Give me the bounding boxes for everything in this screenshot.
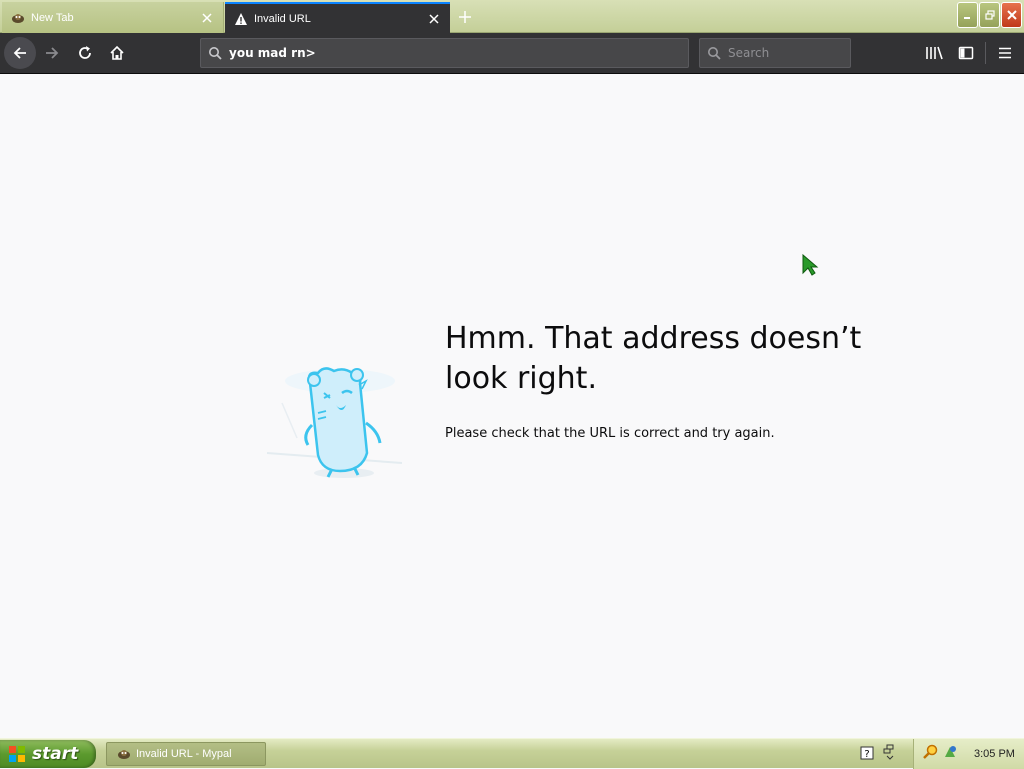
- tab-title: Invalid URL: [254, 12, 311, 25]
- taskbar-item-mypal[interactable]: Invalid URL - Mypal: [106, 742, 266, 766]
- url-input[interactable]: [229, 46, 669, 60]
- navigation-toolbar: [0, 33, 1024, 74]
- hamburger-icon: [999, 47, 1011, 59]
- start-label: start: [32, 744, 79, 764]
- tab-strip: New Tab Invalid URL: [0, 0, 1024, 33]
- reload-icon: [79, 46, 91, 59]
- help-icon[interactable]: ?: [860, 745, 874, 764]
- error-title: Hmm. That address doesn’t look right.: [445, 321, 862, 396]
- error-description: Please check that the URL is correct and…: [445, 426, 775, 441]
- close-window-button[interactable]: [1001, 2, 1022, 28]
- tray-app-icon[interactable]: [942, 744, 958, 764]
- address-bar[interactable]: [200, 38, 689, 68]
- mypal-app-icon: [118, 750, 130, 759]
- library-button[interactable]: [922, 41, 946, 65]
- search-icon: [700, 46, 728, 60]
- close-icon: [1006, 10, 1017, 20]
- svg-text:?: ?: [864, 749, 869, 760]
- network-icon[interactable]: [882, 744, 896, 764]
- home-button[interactable]: [105, 41, 129, 65]
- quick-tray: ?: [860, 744, 896, 764]
- search-icon: [201, 46, 229, 60]
- toolbar-separator: [985, 42, 986, 64]
- minimize-icon: [963, 17, 970, 19]
- menu-button[interactable]: [993, 41, 1017, 65]
- taskbar: start Invalid URL - Mypal ? 3:05 PM: [0, 738, 1024, 769]
- start-button[interactable]: start: [0, 740, 96, 768]
- close-icon[interactable]: [199, 10, 215, 26]
- tab-invalid-url[interactable]: Invalid URL: [225, 2, 450, 33]
- library-icon: [926, 46, 943, 60]
- sidebar-toggle-button[interactable]: [954, 41, 978, 65]
- new-tab-button[interactable]: [454, 6, 476, 28]
- forward-button[interactable]: [40, 41, 64, 65]
- window-controls: [957, 2, 1022, 28]
- minimize-button[interactable]: [957, 2, 978, 28]
- back-button[interactable]: [4, 37, 36, 69]
- error-illustration: [262, 343, 412, 483]
- mypal-favicon-icon: [10, 10, 26, 26]
- arrow-right-icon: [46, 47, 59, 59]
- search-input[interactable]: [728, 46, 843, 60]
- search-bar[interactable]: [699, 38, 851, 68]
- restore-button[interactable]: [979, 2, 1000, 28]
- reload-button[interactable]: [73, 41, 97, 65]
- tab-title: New Tab: [31, 11, 74, 24]
- taskbar-item-label: Invalid URL - Mypal: [136, 748, 232, 760]
- clock: 3:05 PM: [974, 748, 1015, 760]
- windows-logo-icon: [9, 746, 25, 762]
- restore-icon: [984, 10, 995, 20]
- page-content: Hmm. That address doesn’t look right. Pl…: [0, 75, 1024, 738]
- plus-icon: [459, 11, 471, 23]
- system-tray: 3:05 PM: [913, 739, 1024, 769]
- sidebar-icon: [958, 46, 974, 60]
- warning-icon: [233, 11, 249, 27]
- home-icon: [110, 45, 124, 60]
- arrow-left-icon: [13, 47, 26, 59]
- magnifier-icon[interactable]: [922, 744, 938, 764]
- mouse-cursor-icon: [801, 253, 819, 277]
- tab-new-tab[interactable]: New Tab: [2, 2, 224, 33]
- close-icon[interactable]: [426, 11, 442, 27]
